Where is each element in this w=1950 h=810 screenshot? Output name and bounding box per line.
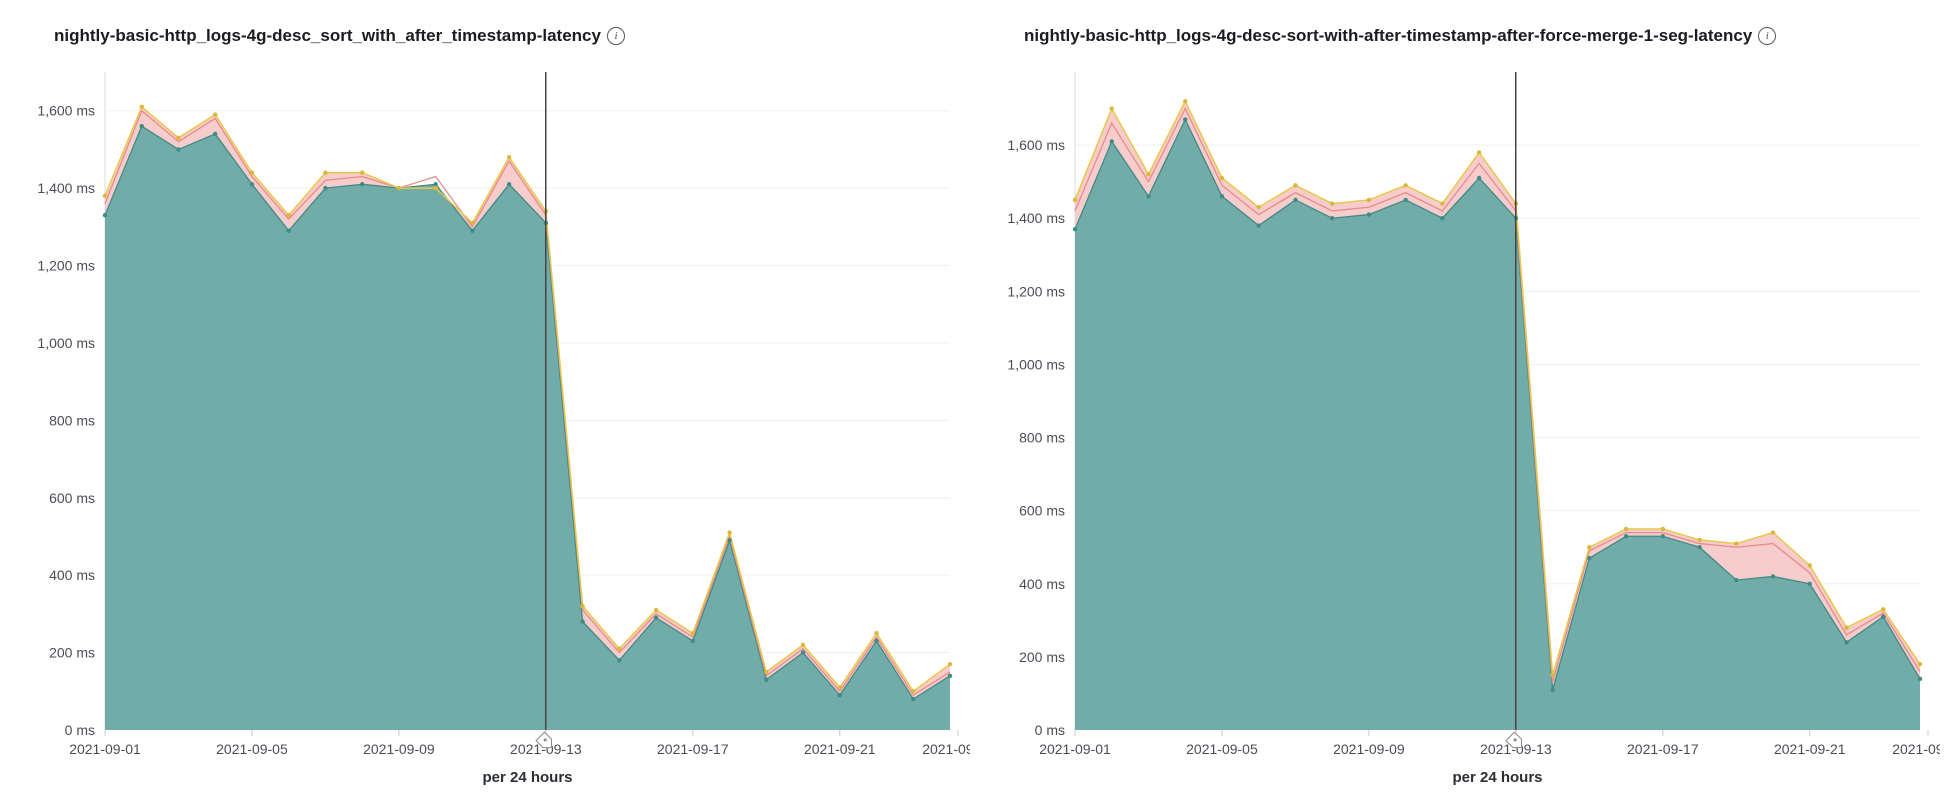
svg-text:2021-09-17: 2021-09-17: [1627, 741, 1699, 757]
svg-text:2021-09-25: 2021-09-25: [1892, 741, 1940, 757]
svg-text:2021-09-25: 2021-09-25: [922, 741, 970, 757]
dashboard-row: nightly-basic-http_logs-4g-desc_sort_wit…: [0, 0, 1950, 810]
svg-text:800 ms: 800 ms: [49, 412, 95, 428]
svg-text:200 ms: 200 ms: [1019, 649, 1065, 665]
svg-text:2021-09-01: 2021-09-01: [1039, 741, 1111, 757]
svg-text:2021-09-01: 2021-09-01: [69, 741, 141, 757]
svg-text:1,000 ms: 1,000 ms: [1007, 356, 1065, 372]
svg-text:2021-09-05: 2021-09-05: [216, 741, 288, 757]
svg-text:600 ms: 600 ms: [49, 490, 95, 506]
chart-left[interactable]: 0 ms 200 ms 400 ms 600 ms 800 ms 1,000 ms 1,20…: [10, 62, 970, 800]
svg-text:1,600 ms: 1,600 ms: [37, 103, 95, 119]
panel-title-text: nightly-basic-http_logs-4g-desc_sort_wit…: [54, 26, 601, 46]
svg-text:1,600 ms: 1,600 ms: [1007, 137, 1065, 153]
svg-text:2021-09-09: 2021-09-09: [363, 741, 435, 757]
svg-text:1,200 ms: 1,200 ms: [1007, 283, 1065, 299]
svg-text:1,200 ms: 1,200 ms: [37, 258, 95, 274]
info-icon[interactable]: i: [1758, 27, 1776, 45]
svg-text:1,400 ms: 1,400 ms: [1007, 210, 1065, 226]
panel-right: nightly-basic-http_logs-4g-desc-sort-wit…: [980, 20, 1940, 800]
svg-text:1,000 ms: 1,000 ms: [37, 335, 95, 351]
svg-text:400 ms: 400 ms: [1019, 576, 1065, 592]
svg-text:2021-09-05: 2021-09-05: [1186, 741, 1258, 757]
panel-left: nightly-basic-http_logs-4g-desc_sort_wit…: [10, 20, 970, 800]
svg-text:2021-09-21: 2021-09-21: [1774, 741, 1846, 757]
svg-text:600 ms: 600 ms: [1019, 503, 1065, 519]
svg-text:1,400 ms: 1,400 ms: [37, 180, 95, 196]
info-icon[interactable]: i: [607, 27, 625, 45]
panel-title-right: nightly-basic-http_logs-4g-desc-sort-wit…: [980, 20, 1940, 62]
svg-text:2021-09-17: 2021-09-17: [657, 741, 729, 757]
svg-text:400 ms: 400 ms: [49, 567, 95, 583]
panel-title-text: nightly-basic-http_logs-4g-desc-sort-wit…: [1024, 26, 1752, 46]
svg-text:2021-09-21: 2021-09-21: [804, 741, 876, 757]
svg-text:per 24 hours: per 24 hours: [482, 769, 572, 786]
svg-text:per 24 hours: per 24 hours: [1452, 769, 1542, 786]
svg-text:2021-09-09: 2021-09-09: [1333, 741, 1405, 757]
panel-title-left: nightly-basic-http_logs-4g-desc_sort_wit…: [10, 20, 970, 62]
svg-text:200 ms: 200 ms: [49, 645, 95, 661]
chart-right[interactable]: 0 ms 200 ms 400 ms 600 ms 800 ms 1,000 ms 1,20…: [980, 62, 1940, 800]
svg-text:0 ms: 0 ms: [1035, 722, 1065, 738]
svg-text:800 ms: 800 ms: [1019, 430, 1065, 446]
svg-text:0 ms: 0 ms: [65, 722, 95, 738]
